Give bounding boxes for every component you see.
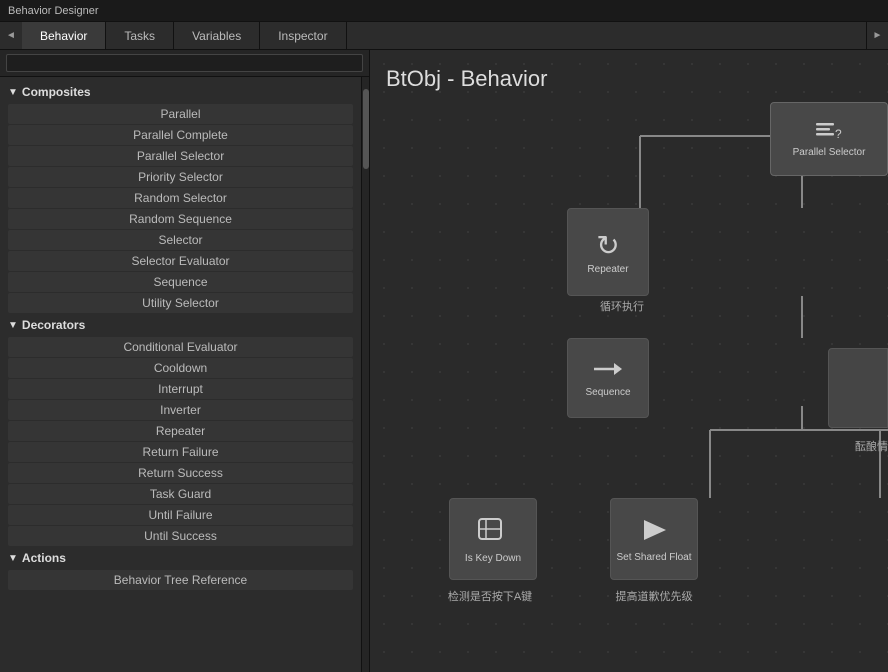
list-item[interactable]: Repeater	[8, 421, 353, 441]
composites-arrow: ▼	[8, 87, 18, 98]
set-shared-float-icon	[638, 516, 670, 550]
search-bar	[0, 50, 369, 77]
search-input[interactable]	[6, 54, 363, 72]
repeater-label: Repeater	[587, 264, 628, 275]
title-bar: Behavior Designer	[0, 0, 888, 22]
decorators-label: Decorators	[22, 318, 85, 332]
actions-label: Actions	[22, 551, 66, 565]
list-item[interactable]: Conditional Evaluator	[8, 337, 353, 357]
list-item[interactable]: Parallel	[8, 104, 353, 124]
items-list: ▼ Composites Parallel Parallel Complete …	[0, 77, 361, 672]
list-item[interactable]: Parallel Selector	[8, 146, 353, 166]
tab-arrow-right[interactable]: ►	[866, 22, 888, 49]
tab-variables[interactable]: Variables	[174, 22, 260, 49]
composites-label: Composites	[22, 85, 91, 99]
key-down-icon	[477, 515, 509, 551]
section-actions[interactable]: ▼ Actions	[0, 547, 361, 569]
key-down-annotation: 检测是否按下A键	[420, 588, 560, 604]
list-item[interactable]: Selector Evaluator	[8, 251, 353, 271]
left-panel: ▼ Composites Parallel Parallel Complete …	[0, 50, 370, 672]
repeater-annotation: 循环执行	[600, 298, 644, 314]
svg-text:?: ?	[835, 127, 842, 141]
main-layout: ▼ Composites Parallel Parallel Complete …	[0, 50, 888, 672]
actions-arrow: ▼	[8, 553, 18, 564]
node-sequence[interactable]: Sequence	[567, 338, 649, 418]
partial-right-node	[828, 348, 888, 428]
node-repeater[interactable]: ↻ Repeater	[567, 208, 649, 296]
canvas-title: BtObj - Behavior	[386, 66, 547, 92]
list-item[interactable]: Parallel Complete	[8, 125, 353, 145]
list-item[interactable]: Utility Selector	[8, 293, 353, 313]
node-parallel-selector[interactable]: ? Parallel Selector	[770, 102, 888, 176]
tab-bar: ◄ Behavior Tasks Variables Inspector ►	[0, 22, 888, 50]
list-item[interactable]: Until Success	[8, 526, 353, 546]
section-decorators[interactable]: ▼ Decorators	[0, 314, 361, 336]
section-composites[interactable]: ▼ Composites	[0, 81, 361, 103]
list-item[interactable]: Interrupt	[8, 379, 353, 399]
node-set-shared-float[interactable]: Set Shared Float	[610, 498, 698, 580]
list-item[interactable]: Selector	[8, 230, 353, 250]
list-item[interactable]: Until Failure	[8, 505, 353, 525]
decorators-arrow: ▼	[8, 320, 18, 331]
key-down-label: Is Key Down	[465, 553, 521, 564]
parallel-selector-icon: ?	[815, 121, 843, 143]
left-content: ▼ Composites Parallel Parallel Complete …	[0, 77, 369, 672]
list-item[interactable]: Cooldown	[8, 358, 353, 378]
tab-arrow-left[interactable]: ◄	[0, 22, 22, 49]
node-is-key-down[interactable]: Is Key Down	[449, 498, 537, 580]
app-title: Behavior Designer	[8, 5, 99, 17]
set-shared-float-label: Set Shared Float	[616, 552, 691, 563]
list-item[interactable]: Random Sequence	[8, 209, 353, 229]
tab-behavior[interactable]: Behavior	[22, 22, 106, 49]
list-item[interactable]: Return Failure	[8, 442, 353, 462]
canvas-area[interactable]: BtObj - Behavior ? Parallel Selector ↻ R…	[370, 50, 888, 672]
list-item[interactable]: Task Guard	[8, 484, 353, 504]
set-shared-float-annotation: 提高道歉优先级	[580, 588, 728, 604]
list-item[interactable]: Inverter	[8, 400, 353, 420]
sequence-label: Sequence	[585, 387, 630, 398]
scrollbar-thumb[interactable]	[363, 89, 369, 169]
sequence-icon	[592, 359, 624, 385]
tab-inspector[interactable]: Inspector	[260, 22, 346, 49]
list-item[interactable]: Sequence	[8, 272, 353, 292]
tab-tasks[interactable]: Tasks	[106, 22, 174, 49]
repeater-icon: ↻	[596, 229, 619, 262]
scrollbar-track[interactable]	[361, 77, 369, 672]
list-item[interactable]: Behavior Tree Reference	[8, 570, 353, 590]
list-item[interactable]: Random Selector	[8, 188, 353, 208]
parallel-selector-label: Parallel Selector	[793, 147, 866, 158]
list-item[interactable]: Priority Selector	[8, 167, 353, 187]
list-item[interactable]: Return Success	[8, 463, 353, 483]
partial-annotation: 酝酿情	[855, 438, 888, 454]
